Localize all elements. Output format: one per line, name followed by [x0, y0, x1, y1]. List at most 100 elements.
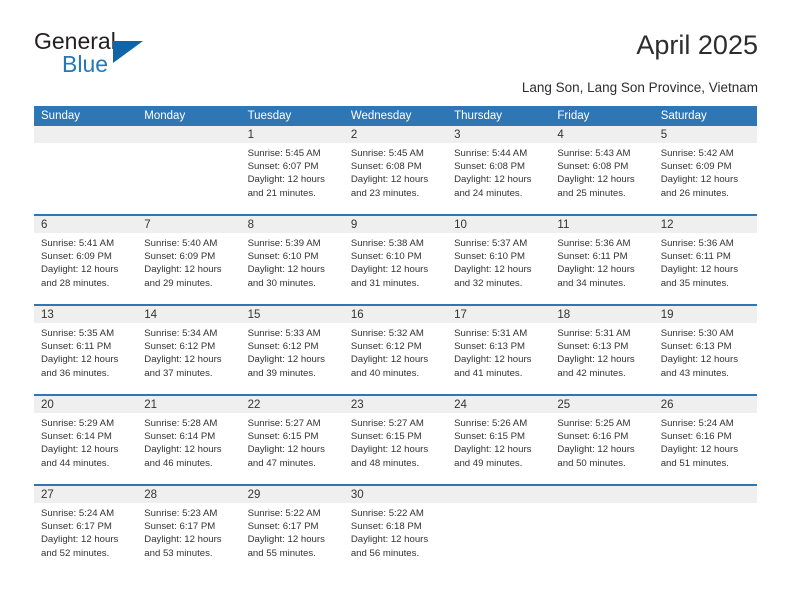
day-cell-content: 5 Sunrise: 5:42 AM Sunset: 6:09 PM Daylight… [653, 126, 757, 214]
calendar-day-cell[interactable]: 15 Sunrise: 5:33 AM Sunset: 6:12 PM Dayligh… [240, 304, 344, 395]
calendar-day-cell[interactable]: 13 Sunrise: 5:35 AM Sunset: 6:11 PM Dayligh… [34, 304, 138, 395]
calendar-week-row: 13 Sunrise: 5:35 AM Sunset: 6:11 PM Dayligh… [34, 304, 757, 395]
calendar-day-cell[interactable]: 19 Sunrise: 5:30 AM Sunset: 6:13 PM Dayligh… [653, 304, 757, 395]
day-details: Sunrise: 5:40 AM Sunset: 6:09 PM Daylight:… [137, 233, 240, 290]
day-cell-content: 28 Sunrise: 5:23 AM Sunset: 6:17 PM Dayligh… [137, 486, 241, 574]
day-details: Sunrise: 5:31 AM Sunset: 6:13 PM Daylight:… [447, 323, 550, 380]
detail-sunset: Sunset: 6:13 PM [660, 341, 732, 353]
calendar-day-cell[interactable]: 3 Sunrise: 5:44 AM Sunset: 6:08 PM Daylight… [447, 126, 551, 215]
day-number: 15 [240, 306, 344, 323]
calendar-day-cell[interactable]: 30 Sunrise: 5:22 AM Sunset: 6:18 PM Dayligh… [343, 484, 448, 574]
detail-sunrise: Sunrise: 5:27 AM [350, 418, 424, 429]
calendar-day-cell[interactable]: 7 Sunrise: 5:40 AM Sunset: 6:09 PM Daylight… [137, 214, 241, 305]
detail-daylight1: Daylight: 12 hours [41, 264, 119, 276]
day-details: Sunrise: 5:36 AM Sunset: 6:11 PM Daylight:… [654, 233, 757, 290]
day-details: Sunrise: 5:33 AM Sunset: 6:12 PM Daylight:… [241, 323, 344, 380]
day-details: Sunrise: 5:28 AM Sunset: 6:14 PM Daylight:… [137, 413, 240, 470]
calendar-day-cell[interactable]: 5 Sunrise: 5:42 AM Sunset: 6:09 PM Daylight… [653, 126, 757, 215]
calendar-day-cell[interactable] [137, 126, 241, 215]
calendar-day-cell[interactable] [447, 484, 551, 574]
calendar-day-cell[interactable]: 20 Sunrise: 5:29 AM Sunset: 6:14 PM Dayligh… [34, 394, 138, 485]
general-blue-logo[interactable]: General Blue [34, 28, 264, 84]
day-cell-content: 1 Sunrise: 5:45 AM Sunset: 6:07 PM Daylight… [240, 126, 344, 214]
detail-sunset: Sunset: 6:10 PM [350, 251, 422, 263]
calendar-day-cell[interactable]: 16 Sunrise: 5:32 AM Sunset: 6:12 PM Dayligh… [343, 304, 448, 395]
calendar-day-cell[interactable]: 29 Sunrise: 5:22 AM Sunset: 6:17 PM Dayligh… [240, 484, 344, 574]
sunrise-sunset-calendar: Sunday Monday Tuesday Wednesday Thursday… [34, 106, 757, 574]
day-number: 3 [447, 126, 551, 143]
calendar-day-cell[interactable]: 10 Sunrise: 5:37 AM Sunset: 6:10 PM Dayligh… [447, 214, 551, 305]
calendar-week-row: 1 Sunrise: 5:45 AM Sunset: 6:07 PM Daylight… [34, 126, 757, 215]
detail-daylight1: Daylight: 12 hours [454, 354, 532, 366]
detail-sunset: Sunset: 6:18 PM [350, 521, 422, 533]
detail-sunrise: Sunrise: 5:31 AM [557, 328, 631, 339]
detail-sunrise: Sunrise: 5:39 AM [247, 238, 321, 249]
day-cell-content [447, 486, 551, 574]
day-details: Sunrise: 5:32 AM Sunset: 6:12 PM Daylight:… [344, 323, 447, 380]
calendar-day-cell[interactable]: 14 Sunrise: 5:34 AM Sunset: 6:12 PM Dayligh… [137, 304, 241, 395]
day-cell-content: 3 Sunrise: 5:44 AM Sunset: 6:08 PM Daylight… [447, 126, 551, 214]
day-number: 30 [343, 486, 448, 503]
detail-daylight1: Daylight: 12 hours [557, 264, 635, 276]
detail-sunrise: Sunrise: 5:35 AM [41, 328, 115, 339]
calendar-page: General Blue April 2025 Lang Son, Lang S… [0, 0, 792, 612]
detail-sunset: Sunset: 6:17 PM [247, 521, 319, 533]
detail-sunrise: Sunrise: 5:36 AM [557, 238, 631, 249]
calendar-day-cell[interactable]: 22 Sunrise: 5:27 AM Sunset: 6:15 PM Dayligh… [240, 394, 344, 485]
calendar-day-cell[interactable]: 25 Sunrise: 5:25 AM Sunset: 6:16 PM Dayligh… [550, 394, 654, 485]
detail-daylight1: Daylight: 12 hours [454, 444, 532, 456]
calendar-day-cell[interactable]: 11 Sunrise: 5:36 AM Sunset: 6:11 PM Dayligh… [550, 214, 654, 305]
day-number: 13 [34, 306, 138, 323]
detail-daylight2: and 42 minutes. [557, 367, 626, 379]
calendar-day-cell[interactable]: 21 Sunrise: 5:28 AM Sunset: 6:14 PM Dayligh… [137, 394, 241, 485]
day-details: Sunrise: 5:24 AM Sunset: 6:17 PM Daylight:… [34, 503, 137, 560]
calendar-day-cell[interactable]: 2 Sunrise: 5:45 AM Sunset: 6:08 PM Daylight… [343, 126, 448, 215]
calendar-day-cell[interactable] [653, 484, 757, 574]
calendar-day-cell[interactable]: 8 Sunrise: 5:39 AM Sunset: 6:10 PM Daylight… [240, 214, 344, 305]
calendar-week-row: 20 Sunrise: 5:29 AM Sunset: 6:14 PM Dayligh… [34, 394, 757, 485]
detail-daylight2: and 55 minutes. [247, 547, 316, 559]
calendar-day-cell[interactable]: 28 Sunrise: 5:23 AM Sunset: 6:17 PM Dayligh… [137, 484, 241, 574]
calendar-day-cell[interactable]: 6 Sunrise: 5:41 AM Sunset: 6:09 PM Daylight… [34, 214, 138, 305]
calendar-day-cell[interactable]: 26 Sunrise: 5:24 AM Sunset: 6:16 PM Dayligh… [653, 394, 757, 485]
day-number: 4 [550, 126, 654, 143]
day-cell-content: 16 Sunrise: 5:32 AM Sunset: 6:12 PM Dayligh… [343, 306, 448, 394]
detail-sunrise: Sunrise: 5:24 AM [660, 418, 734, 429]
detail-sunset: Sunset: 6:09 PM [144, 251, 216, 263]
detail-sunset: Sunset: 6:11 PM [557, 251, 628, 263]
day-number: 10 [447, 216, 551, 233]
day-number: 26 [653, 396, 757, 413]
detail-daylight1: Daylight: 12 hours [41, 534, 119, 546]
detail-sunrise: Sunrise: 5:44 AM [454, 148, 528, 159]
calendar-day-cell[interactable] [550, 484, 654, 574]
day-details: Sunrise: 5:45 AM Sunset: 6:07 PM Daylight:… [241, 143, 344, 200]
day-cell-content: 26 Sunrise: 5:24 AM Sunset: 6:16 PM Dayligh… [653, 396, 757, 484]
day-cell-content: 25 Sunrise: 5:25 AM Sunset: 6:16 PM Dayligh… [550, 396, 654, 484]
calendar-day-cell[interactable]: 4 Sunrise: 5:43 AM Sunset: 6:08 PM Daylight… [550, 126, 654, 215]
day-number: 29 [240, 486, 344, 503]
detail-sunrise: Sunrise: 5:25 AM [557, 418, 631, 429]
calendar-day-cell[interactable]: 17 Sunrise: 5:31 AM Sunset: 6:13 PM Dayligh… [447, 304, 551, 395]
detail-daylight2: and 39 minutes. [247, 367, 316, 379]
calendar-day-cell[interactable]: 1 Sunrise: 5:45 AM Sunset: 6:07 PM Daylight… [240, 126, 344, 215]
detail-sunset: Sunset: 6:14 PM [144, 431, 216, 443]
day-number: 21 [137, 396, 241, 413]
day-cell-content: 8 Sunrise: 5:39 AM Sunset: 6:10 PM Daylight… [240, 216, 344, 304]
detail-sunrise: Sunrise: 5:31 AM [454, 328, 528, 339]
day-details: Sunrise: 5:42 AM Sunset: 6:09 PM Daylight:… [654, 143, 757, 200]
detail-daylight1: Daylight: 12 hours [454, 174, 532, 186]
day-number: 28 [137, 486, 241, 503]
detail-daylight2: and 53 minutes. [144, 547, 213, 559]
detail-daylight1: Daylight: 12 hours [144, 444, 222, 456]
calendar-day-cell[interactable]: 12 Sunrise: 5:36 AM Sunset: 6:11 PM Dayligh… [653, 214, 757, 305]
calendar-day-cell[interactable] [34, 126, 138, 215]
calendar-day-cell[interactable]: 27 Sunrise: 5:24 AM Sunset: 6:17 PM Dayligh… [34, 484, 138, 574]
detail-daylight2: and 56 minutes. [350, 547, 420, 559]
calendar-day-cell[interactable]: 18 Sunrise: 5:31 AM Sunset: 6:13 PM Dayligh… [550, 304, 654, 395]
detail-daylight2: and 41 minutes. [454, 367, 523, 379]
day-number: 24 [447, 396, 551, 413]
calendar-day-cell[interactable]: 23 Sunrise: 5:27 AM Sunset: 6:15 PM Dayligh… [343, 394, 448, 485]
detail-daylight1: Daylight: 12 hours [41, 444, 119, 456]
calendar-day-cell[interactable]: 24 Sunrise: 5:26 AM Sunset: 6:15 PM Dayligh… [447, 394, 551, 485]
calendar-day-cell[interactable]: 9 Sunrise: 5:38 AM Sunset: 6:10 PM Daylight… [343, 214, 448, 305]
